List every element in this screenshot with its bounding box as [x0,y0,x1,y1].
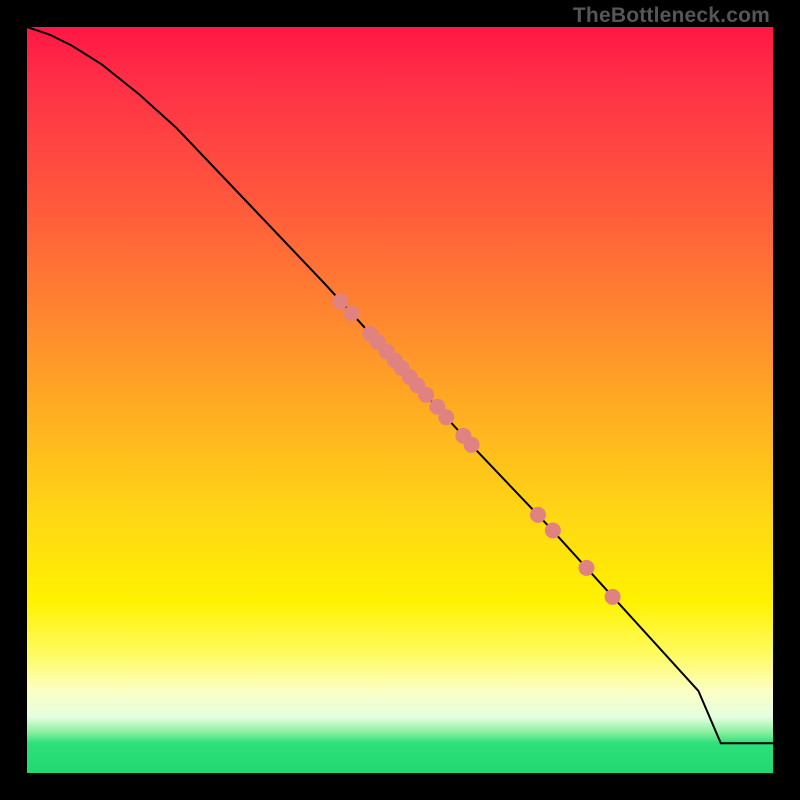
chart-svg [27,27,773,773]
curve-line [27,27,773,743]
plot-area [27,27,773,773]
data-point [418,387,434,403]
watermark-text: TheBottleneck.com [573,4,770,28]
data-point [579,560,595,576]
data-point [530,507,546,523]
data-point [438,409,454,425]
chart-frame: TheBottleneck.com [0,0,800,800]
data-point [464,437,480,453]
data-point [332,294,348,310]
data-point [605,589,621,605]
data-point [545,523,561,539]
data-point [344,306,360,322]
